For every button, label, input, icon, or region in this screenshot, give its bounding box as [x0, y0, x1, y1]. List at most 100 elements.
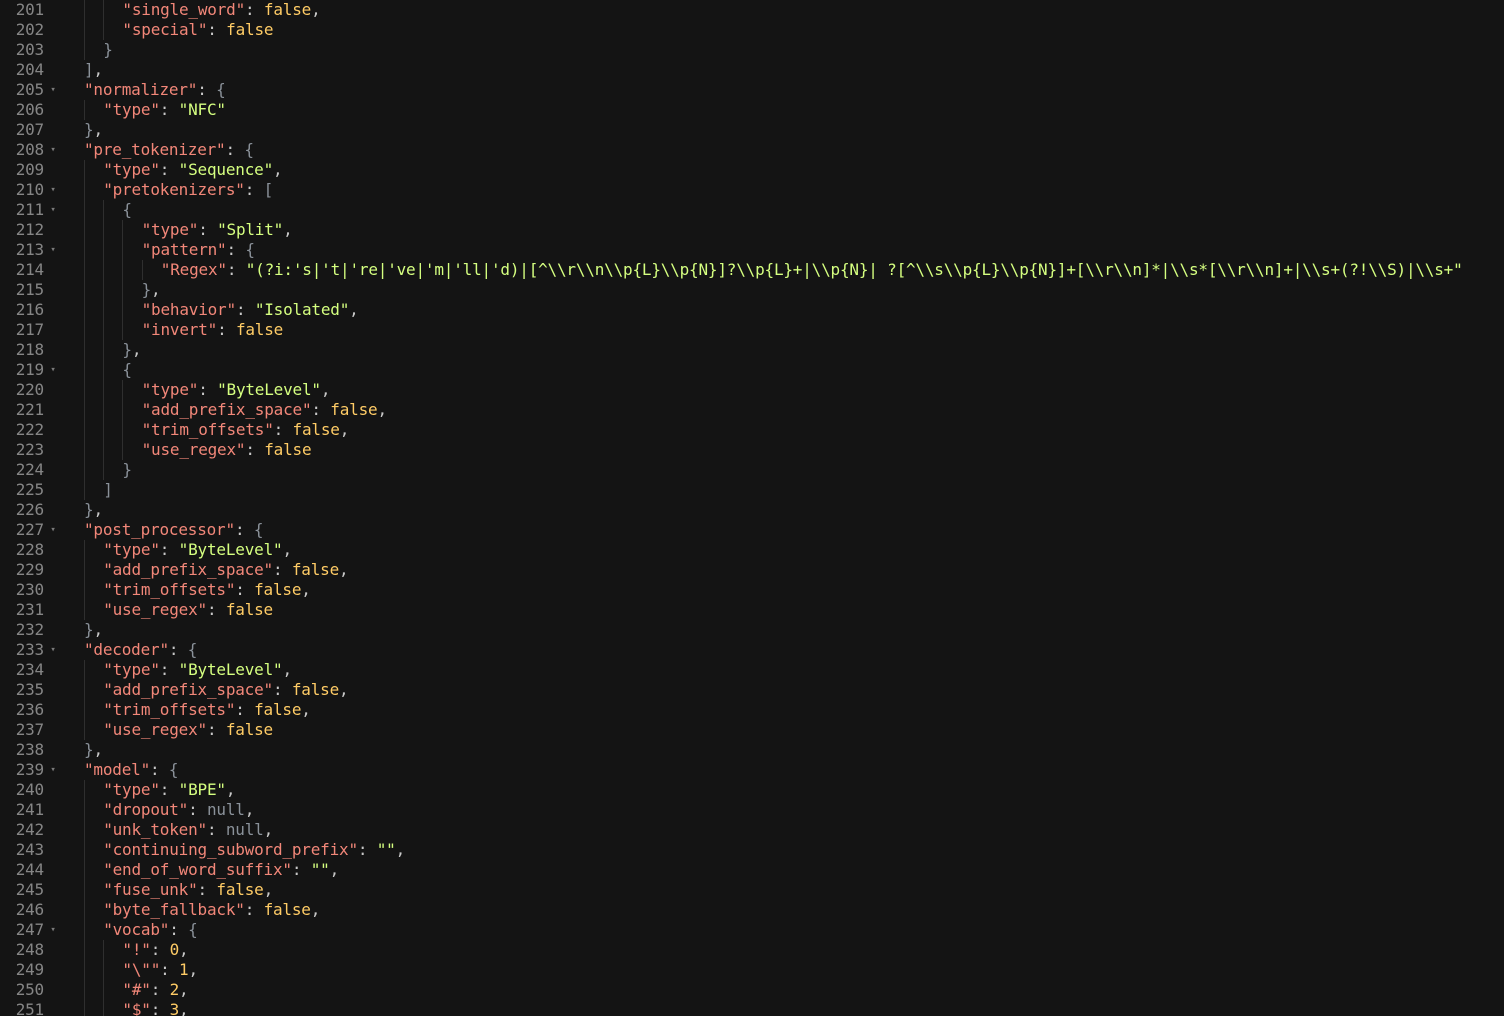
chevron-down-icon[interactable]: ▾ [48, 640, 58, 660]
code-text[interactable]: "use_regex": false [103, 720, 273, 740]
code-text[interactable]: ], [84, 60, 103, 80]
code-line[interactable]: 207}, [0, 120, 1504, 140]
code-text[interactable]: "$": 3, [122, 1000, 188, 1016]
code-text[interactable]: "pre_tokenizer": { [84, 140, 254, 160]
code-line[interactable]: 249 "\"": 1, [0, 960, 1504, 980]
code-text[interactable]: "special": false [122, 20, 273, 40]
code-line[interactable]: 216 "behavior": "Isolated", [0, 300, 1504, 320]
code-line[interactable]: 251 "$": 3, [0, 1000, 1504, 1016]
code-text[interactable]: "fuse_unk": false, [103, 880, 273, 900]
code-text[interactable]: "trim_offsets": false, [103, 700, 311, 720]
code-text[interactable]: }, [122, 340, 141, 360]
chevron-down-icon[interactable]: ▾ [48, 520, 58, 540]
code-line[interactable]: 206 "type": "NFC" [0, 100, 1504, 120]
code-line[interactable]: 224} [0, 460, 1504, 480]
code-line[interactable]: 238}, [0, 740, 1504, 760]
code-text[interactable]: "type": "NFC" [103, 100, 226, 120]
code-text[interactable]: "add_prefix_space": false, [142, 400, 387, 420]
code-line[interactable]: 242 "unk_token": null, [0, 820, 1504, 840]
code-line[interactable]: 222 "trim_offsets": false, [0, 420, 1504, 440]
code-line[interactable]: 233 ▾ "decoder": { [0, 640, 1504, 660]
code-line[interactable]: 219 ▾ { [0, 360, 1504, 380]
code-line[interactable]: 241 "dropout": null, [0, 800, 1504, 820]
code-line[interactable]: 229 "add_prefix_space": false, [0, 560, 1504, 580]
code-line[interactable]: 231 "use_regex": false [0, 600, 1504, 620]
code-line[interactable]: 234 "type": "ByteLevel", [0, 660, 1504, 680]
code-line[interactable]: 225] [0, 480, 1504, 500]
code-line[interactable]: 209 "type": "Sequence", [0, 160, 1504, 180]
code-editor[interactable]: 201 "single_word": false, 202 "special": fa… [0, 0, 1504, 1016]
code-line[interactable]: 250 "#": 2, [0, 980, 1504, 1000]
code-line[interactable]: 240 "type": "BPE", [0, 780, 1504, 800]
code-line[interactable]: 204], [0, 60, 1504, 80]
code-text[interactable]: ] [103, 480, 113, 500]
code-line[interactable]: 246 "byte_fallback": false, [0, 900, 1504, 920]
code-text[interactable]: "add_prefix_space": false, [103, 560, 348, 580]
code-text[interactable]: "add_prefix_space": false, [103, 680, 348, 700]
code-line[interactable]: 232}, [0, 620, 1504, 640]
code-text[interactable]: }, [84, 500, 103, 520]
code-text[interactable]: "end_of_word_suffix": "", [103, 860, 339, 880]
chevron-down-icon[interactable]: ▾ [48, 80, 58, 100]
code-text[interactable]: "dropout": null, [103, 800, 254, 820]
code-text[interactable]: "unk_token": null, [103, 820, 273, 840]
code-line[interactable]: 201 "single_word": false, [0, 0, 1504, 20]
code-line[interactable]: 210 ▾ "pretokenizers": [ [0, 180, 1504, 200]
code-text[interactable]: "trim_offsets": false, [103, 580, 311, 600]
code-text[interactable]: "behavior": "Isolated", [142, 300, 359, 320]
code-line[interactable]: 235 "add_prefix_space": false, [0, 680, 1504, 700]
code-line[interactable]: 211 ▾ { [0, 200, 1504, 220]
code-text[interactable]: } [122, 460, 132, 480]
code-line[interactable]: 221 "add_prefix_space": false, [0, 400, 1504, 420]
code-line[interactable]: 228 "type": "ByteLevel", [0, 540, 1504, 560]
code-line[interactable]: 248 "!": 0, [0, 940, 1504, 960]
code-text[interactable]: "!": 0, [122, 940, 188, 960]
code-text[interactable]: "pattern": { [142, 240, 255, 260]
code-text[interactable]: "type": "BPE", [103, 780, 235, 800]
code-text[interactable]: "Regex": "(?i:'s|'t|'re|'ve|'m|'ll|'d)|[… [161, 260, 1463, 280]
chevron-down-icon[interactable]: ▾ [48, 180, 58, 200]
code-line[interactable]: 202 "special": false [0, 20, 1504, 40]
code-text[interactable]: "type": "Split", [142, 220, 293, 240]
code-text[interactable]: "use_regex": false [103, 600, 273, 620]
code-line[interactable]: 205 ▾ "normalizer": { [0, 80, 1504, 100]
code-line[interactable]: 230 "trim_offsets": false, [0, 580, 1504, 600]
code-text[interactable]: }, [142, 280, 161, 300]
code-line[interactable]: 237 "use_regex": false [0, 720, 1504, 740]
code-text[interactable]: "\"": 1, [122, 960, 198, 980]
code-line[interactable]: 203} [0, 40, 1504, 60]
code-text[interactable]: "trim_offsets": false, [142, 420, 350, 440]
code-text[interactable]: "single_word": false, [122, 0, 320, 20]
code-text[interactable]: "type": "ByteLevel", [103, 660, 292, 680]
code-text[interactable]: "invert": false [142, 320, 284, 340]
code-line[interactable]: 247 ▾ "vocab": { [0, 920, 1504, 940]
chevron-down-icon[interactable]: ▾ [48, 360, 58, 380]
code-line[interactable]: 226}, [0, 500, 1504, 520]
code-line[interactable]: 220 "type": "ByteLevel", [0, 380, 1504, 400]
code-text[interactable]: "#": 2, [122, 980, 188, 1000]
chevron-down-icon[interactable]: ▾ [48, 140, 58, 160]
code-text[interactable]: }, [84, 120, 103, 140]
code-line[interactable]: 217 "invert": false [0, 320, 1504, 340]
code-line[interactable]: 239 ▾ "model": { [0, 760, 1504, 780]
code-line[interactable]: 227 ▾ "post_processor": { [0, 520, 1504, 540]
chevron-down-icon[interactable]: ▾ [48, 760, 58, 780]
code-text[interactable]: "continuing_subword_prefix": "", [103, 840, 405, 860]
code-text[interactable]: "post_processor": { [84, 520, 263, 540]
code-text[interactable]: } [103, 40, 113, 60]
code-text[interactable]: }, [84, 740, 103, 760]
code-text[interactable]: { [122, 200, 132, 220]
code-text[interactable]: "use_regex": false [142, 440, 312, 460]
code-text[interactable]: "pretokenizers": [ [103, 180, 273, 200]
code-line[interactable]: 208 ▾ "pre_tokenizer": { [0, 140, 1504, 160]
code-line[interactable]: 218}, [0, 340, 1504, 360]
code-line[interactable]: 236 "trim_offsets": false, [0, 700, 1504, 720]
code-text[interactable]: "type": "Sequence", [103, 160, 282, 180]
code-text[interactable]: "type": "ByteLevel", [142, 380, 331, 400]
chevron-down-icon[interactable]: ▾ [48, 920, 58, 940]
code-line[interactable]: 212 "type": "Split", [0, 220, 1504, 240]
code-line[interactable]: 215}, [0, 280, 1504, 300]
code-line[interactable]: 213 ▾ "pattern": { [0, 240, 1504, 260]
code-text[interactable]: "type": "ByteLevel", [103, 540, 292, 560]
chevron-down-icon[interactable]: ▾ [48, 240, 58, 260]
